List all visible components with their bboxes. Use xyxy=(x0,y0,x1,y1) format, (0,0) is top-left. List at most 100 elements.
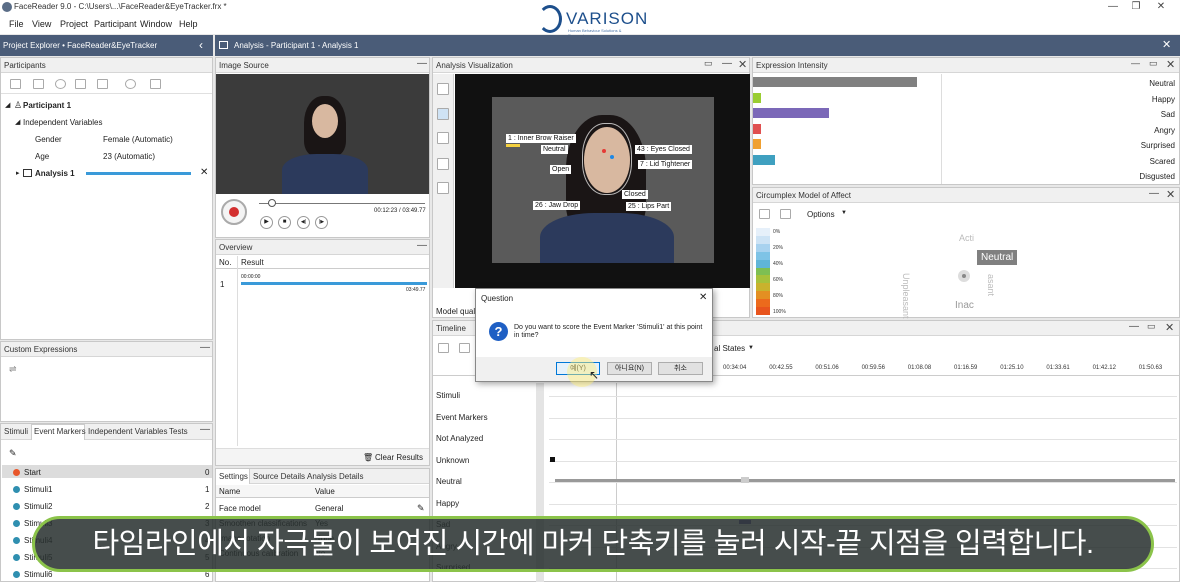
tab-source-details[interactable]: Source Details xyxy=(253,472,305,481)
minimize-image-source-icon[interactable]: — xyxy=(417,58,427,69)
monitor-icon[interactable] xyxy=(150,79,161,89)
record-button[interactable] xyxy=(221,199,247,225)
analyze-icon[interactable] xyxy=(125,79,136,89)
remove-analysis-icon[interactable]: ✕ xyxy=(200,167,208,178)
menu-file[interactable]: File xyxy=(9,19,24,29)
overview-col-result: Result xyxy=(241,258,264,267)
menu-project[interactable]: Project xyxy=(60,19,88,29)
marker-color-icon xyxy=(13,520,20,527)
action-units-icon[interactable] xyxy=(437,182,449,194)
timeline-row-track[interactable] xyxy=(549,460,1177,462)
expand-vars-icon[interactable]: ◢ xyxy=(15,118,20,126)
menu-participant[interactable]: Participant xyxy=(94,19,137,29)
maximize-intensity-icon[interactable]: — xyxy=(1131,58,1140,68)
close-intensity-icon[interactable]: ✕ xyxy=(1166,58,1175,71)
app-icon xyxy=(2,2,12,12)
minimize-visualization-icon[interactable]: — xyxy=(722,58,732,69)
expression-intensity-title: Expression Intensity xyxy=(756,61,828,70)
overview-result-bar[interactable] xyxy=(241,282,427,285)
legend-swatch xyxy=(756,235,770,244)
custom-expression-settings-icon[interactable]: ⇌ xyxy=(9,364,17,375)
tab-settings[interactable]: Settings xyxy=(219,472,248,481)
copy-timeline-icon[interactable] xyxy=(459,343,470,353)
restore-intensity-icon[interactable]: ▭ xyxy=(1149,58,1158,69)
tab-analysis-details[interactable]: Analysis Details xyxy=(307,472,363,481)
timeline-tick: 01:33.61 xyxy=(1046,365,1070,371)
frame-view-icon[interactable] xyxy=(437,83,449,95)
marker-name[interactable]: Stimuli2 xyxy=(24,502,52,511)
source-video[interactable] xyxy=(216,74,429,194)
timeline-row-track[interactable] xyxy=(549,482,1177,483)
stop-icon[interactable]: ■ xyxy=(278,216,291,229)
analysis-name[interactable]: Analysis 1 xyxy=(35,169,75,178)
maximize-visualization-icon[interactable]: ▭ xyxy=(704,58,713,69)
minimize-event-markers-icon[interactable]: — xyxy=(200,424,210,435)
video-seek-handle[interactable] xyxy=(268,199,276,207)
expand-participant-icon[interactable]: ◢ xyxy=(5,101,10,109)
face-box-icon[interactable] xyxy=(437,158,449,170)
minimize-custom-expressions-icon[interactable]: — xyxy=(200,342,210,353)
setting-value[interactable]: General xyxy=(315,504,343,513)
menu-help[interactable]: Help xyxy=(179,19,198,29)
timeline-states-dropdown[interactable]: al States xyxy=(714,344,745,353)
minimize-circumplex-icon[interactable]: — xyxy=(1149,188,1159,199)
landmark-view-icon[interactable] xyxy=(437,132,449,144)
search-icon[interactable] xyxy=(55,79,66,89)
timeline-row-track[interactable] xyxy=(549,439,1177,440)
tab-tests[interactable]: Tests xyxy=(169,427,188,436)
clear-results-button[interactable]: Clear Results xyxy=(375,453,423,462)
save-chart-icon[interactable] xyxy=(759,209,770,219)
step-forward-icon[interactable]: |▶ xyxy=(315,216,328,229)
step-back-icon[interactable]: ◀| xyxy=(297,216,310,229)
analysis-close-icon[interactable]: ✕ xyxy=(1162,38,1171,51)
copy-chart-icon[interactable] xyxy=(780,209,791,219)
timeline-row-track[interactable] xyxy=(549,396,1177,397)
maximize-icon[interactable]: ❐ xyxy=(1129,1,1143,12)
close-circumplex-icon[interactable]: ✕ xyxy=(1166,188,1175,201)
neutral-gap-segment xyxy=(741,477,749,483)
tab-event-markers[interactable]: Event Markers xyxy=(34,427,86,436)
options-chevron-down-icon[interactable]: ▼ xyxy=(841,210,847,216)
edit-setting-icon[interactable]: ✎ xyxy=(417,503,425,514)
emotion-label: Angry xyxy=(1154,125,1175,135)
save-timeline-icon[interactable] xyxy=(438,343,449,353)
states-chevron-down-icon[interactable]: ▼ xyxy=(748,345,754,351)
play-icon[interactable]: ▶ xyxy=(260,216,273,229)
timeline-row-track[interactable] xyxy=(549,417,1177,419)
close-icon[interactable]: ✕ xyxy=(1154,1,1168,12)
visualization-canvas[interactable]: 1 : Inner Brow Raiser Neutral Open 43 : … xyxy=(455,74,750,288)
add-analysis-icon[interactable] xyxy=(33,79,44,89)
collapse-icon[interactable]: ‹ xyxy=(199,38,203,52)
menu-view[interactable]: View xyxy=(32,19,51,29)
close-timeline-icon[interactable]: ✕ xyxy=(1165,321,1174,334)
video-seek-bar[interactable] xyxy=(259,203,425,204)
marker-name[interactable]: Stimuli6 xyxy=(24,570,52,579)
no-button[interactable]: 아니요(N) xyxy=(607,362,652,375)
cancel-button[interactable]: 취소 xyxy=(658,362,703,375)
participant-name[interactable]: Participant 1 xyxy=(23,101,71,110)
timeline-row-track[interactable] xyxy=(549,503,1177,505)
marker-name[interactable]: Start xyxy=(24,468,41,477)
image-icon[interactable] xyxy=(75,79,86,89)
minimize-icon[interactable]: — xyxy=(1106,1,1120,12)
dialog-close-icon[interactable]: ✕ xyxy=(699,292,707,303)
menu-window[interactable]: Window xyxy=(140,19,172,29)
minimize-timeline-icon[interactable]: — xyxy=(1129,321,1139,332)
close-visualization-icon[interactable]: ✕ xyxy=(738,58,747,71)
mesh-view-icon[interactable] xyxy=(437,108,449,120)
edit-icon[interactable] xyxy=(97,79,108,89)
custom-expressions-title: Custom Expressions xyxy=(4,345,78,354)
marker-name[interactable]: Stimuli1 xyxy=(24,485,52,494)
image-source-title: Image Source xyxy=(219,61,269,70)
tab-independent-variables[interactable]: Independent Variables xyxy=(88,427,167,436)
timeline-row-label: Not Analyzed xyxy=(436,434,484,443)
au-jaw-drop: 26 : Jaw Drop xyxy=(533,201,581,210)
tab-stimuli[interactable]: Stimuli xyxy=(4,427,28,436)
expand-analysis-icon[interactable]: ▸ xyxy=(16,169,20,177)
legend-swatch xyxy=(756,307,770,315)
add-marker-icon[interactable]: ✎ xyxy=(9,448,17,459)
minimize-overview-icon[interactable]: — xyxy=(417,240,427,251)
restore-timeline-icon[interactable]: ▭ xyxy=(1147,321,1156,332)
add-participant-icon[interactable] xyxy=(10,79,21,89)
options-menu[interactable]: Options xyxy=(807,210,835,219)
